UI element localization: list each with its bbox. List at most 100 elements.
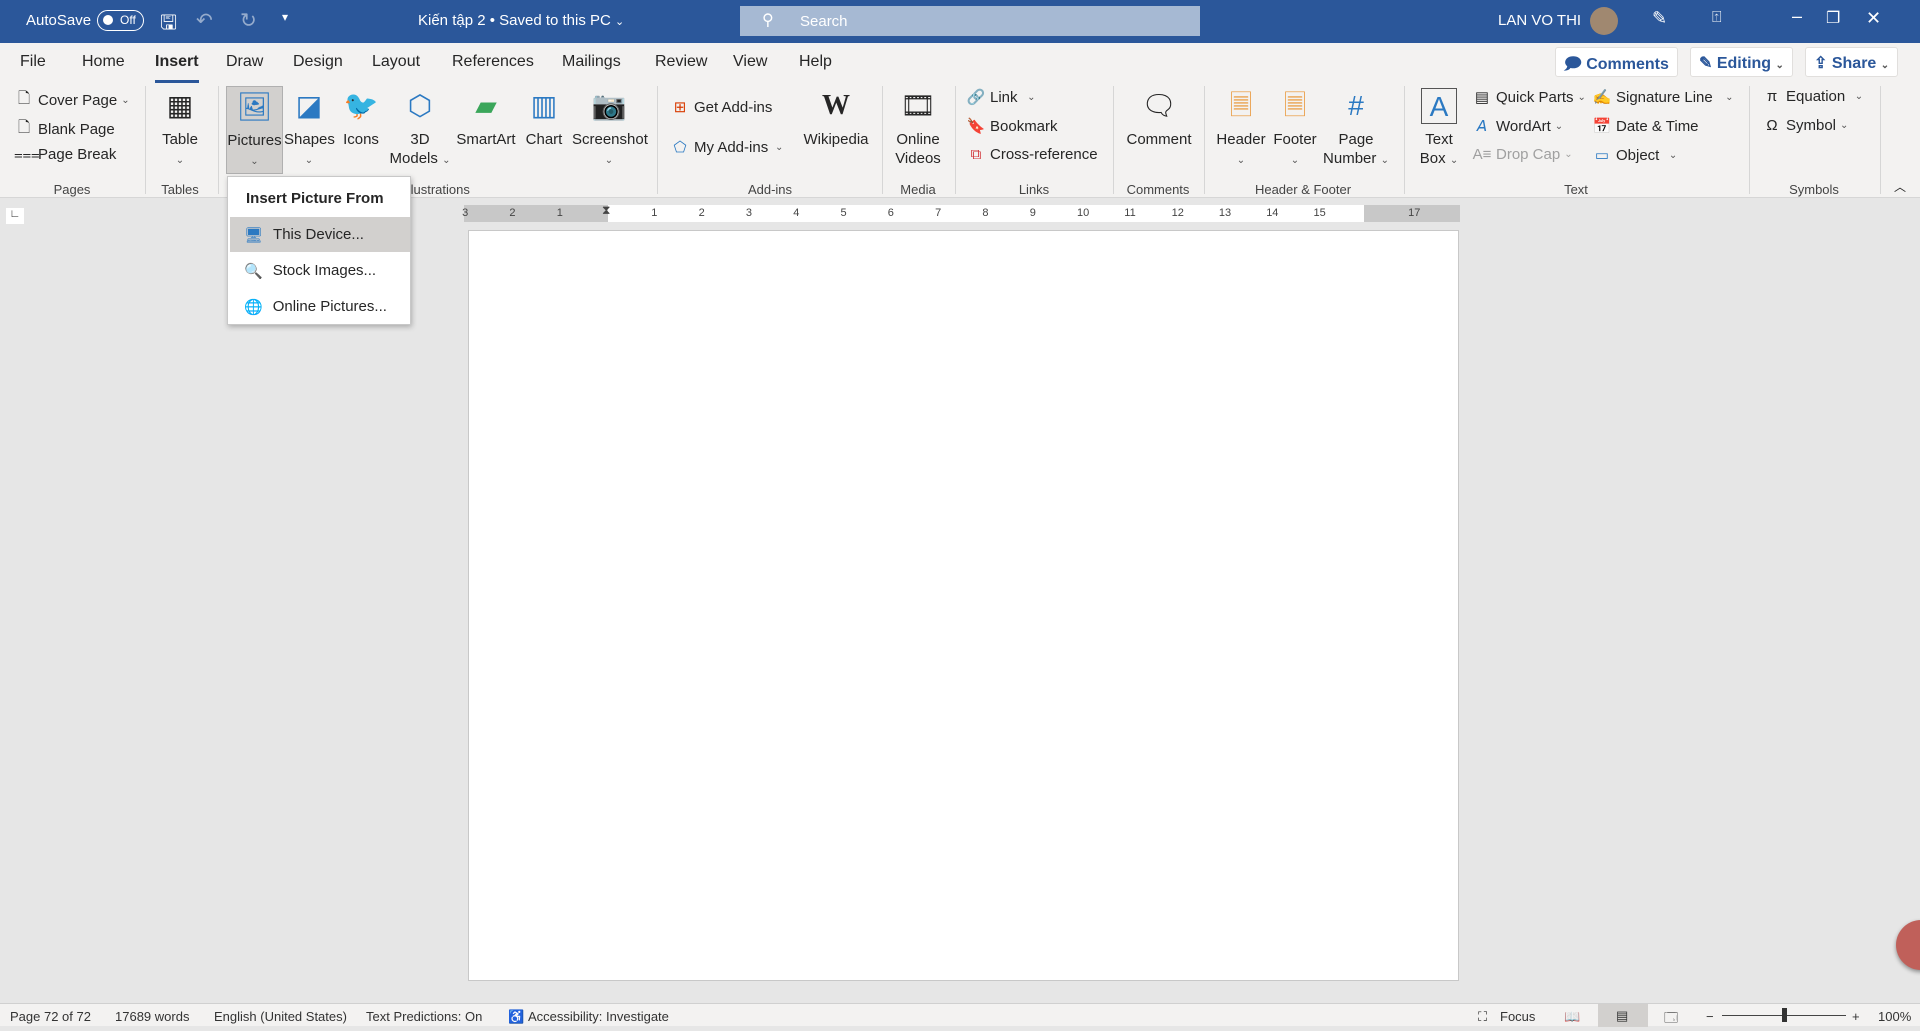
tab-insert[interactable]: Insert xyxy=(155,53,199,83)
ruler-tick-label: 5 xyxy=(840,207,847,219)
footer-label: Footer xyxy=(1273,131,1317,148)
online-videos-button[interactable]: 🎞 Online Videos xyxy=(890,86,946,168)
shapes-button[interactable]: ◪ Shapes ⌄ xyxy=(284,86,335,170)
quick-parts-button[interactable]: ▤ Quick Parts ⌄ xyxy=(1472,88,1586,107)
text-box-button[interactable]: A Text Box ⌄ xyxy=(1414,86,1464,170)
drop-cap-button[interactable]: A≡ Drop Cap ⌄ xyxy=(1472,146,1573,163)
tab-design[interactable]: Design xyxy=(293,53,343,71)
menu-item-online-pictures[interactable]: 🌐 Online Pictures... xyxy=(230,289,410,324)
table-button[interactable]: ▦ Table ⌄ xyxy=(158,86,202,170)
drop-cap-label: Drop Cap xyxy=(1496,146,1561,163)
page-number-button[interactable]: # Page Number ⌄ xyxy=(1318,86,1394,170)
cover-page-button[interactable]: 🗋 Cover Page ⌄ xyxy=(14,88,130,113)
blank-page-button[interactable]: 🗋 Blank Page xyxy=(14,117,115,142)
videos-label: Videos xyxy=(895,150,941,167)
undo-icon[interactable]: ↶ xyxy=(196,8,213,33)
tab-help[interactable]: Help xyxy=(799,53,832,71)
bookmark-icon: 🔖 xyxy=(966,118,986,135)
read-mode-icon[interactable]: 📖 xyxy=(1564,1009,1580,1025)
cube-icon: ⬡ xyxy=(407,90,433,121)
text-label: Text xyxy=(1425,131,1453,148)
screenshot-button[interactable]: 📷 Screenshot ⌄ xyxy=(572,86,648,170)
ruler-tick-label: 1 xyxy=(651,207,658,219)
pictures-button[interactable]: 🖼 Pictures ⌄ xyxy=(226,86,283,174)
icons-button[interactable]: 🐦 Icons xyxy=(338,86,384,149)
tab-view[interactable]: View xyxy=(733,53,767,71)
indent-marker-icon[interactable]: ⧗ xyxy=(602,203,610,218)
smartart-label: SmartArt xyxy=(456,131,516,148)
user-name[interactable]: LAN VO THI xyxy=(1498,12,1581,29)
page-count[interactable]: Page 72 of 72 xyxy=(10,1009,91,1024)
wikipedia-button[interactable]: W Wikipedia xyxy=(800,86,872,149)
customize-toolbar-icon[interactable]: ▾ xyxy=(282,10,288,24)
my-addins-button[interactable]: ⬠ My Add-ins ⌄ xyxy=(670,138,783,157)
chevron-down-icon[interactable]: ⌄ xyxy=(615,15,624,28)
bookmark-button[interactable]: 🔖 Bookmark xyxy=(966,117,1058,136)
cross-reference-button[interactable]: ⧉ Cross-reference xyxy=(966,146,1098,163)
language-status[interactable]: English (United States) xyxy=(214,1009,347,1024)
close-icon[interactable]: ✕ xyxy=(1866,8,1881,29)
pen-icon[interactable]: ✎ xyxy=(1652,8,1667,29)
equation-button[interactable]: π Equation ⌄ xyxy=(1762,88,1863,105)
tab-references[interactable]: References xyxy=(452,53,534,71)
footer-button[interactable]: 🗏 Footer ⌄ xyxy=(1268,86,1322,170)
screenshot-icon: 📷 xyxy=(591,90,627,121)
tab-home[interactable]: Home xyxy=(82,53,125,71)
redo-icon[interactable]: ↻ xyxy=(240,8,257,33)
focus-button[interactable]: Focus xyxy=(1500,1009,1535,1024)
wikipedia-icon: W xyxy=(822,90,850,121)
web-layout-icon[interactable]: 🗔 xyxy=(1664,1009,1678,1031)
accessibility-status[interactable]: Accessibility: Investigate xyxy=(528,1009,669,1024)
get-addins-button[interactable]: ⊞ Get Add-ins xyxy=(670,98,773,117)
text-predictions-status[interactable]: Text Predictions: On xyxy=(366,1009,482,1024)
share-button[interactable]: ⇪ Share ⌄ xyxy=(1805,47,1899,77)
floating-record-button[interactable] xyxy=(1896,920,1920,970)
zoom-slider-thumb[interactable] xyxy=(1782,1008,1787,1022)
link-button[interactable]: 🔗 Link ⌄ xyxy=(966,88,1036,107)
tab-review[interactable]: Review xyxy=(655,53,707,71)
zoom-out-icon[interactable]: − xyxy=(1706,1009,1714,1024)
document-title[interactable]: Kiến tập 2 • Saved to this PC xyxy=(418,12,611,29)
search-box[interactable]: ⚲ Search xyxy=(740,6,1200,36)
object-button[interactable]: ▭ Object ⌄ xyxy=(1592,146,1677,165)
tab-file[interactable]: File xyxy=(20,53,46,71)
store-icon: ⊞ xyxy=(673,99,687,116)
header-button[interactable]: 🗏 Header ⌄ xyxy=(1214,86,1268,170)
ribbon-display-icon[interactable]: ⍐ xyxy=(1712,9,1722,27)
comment-button[interactable]: 🗨 Comment xyxy=(1124,86,1194,149)
save-icon[interactable]: 🖫 xyxy=(160,8,177,42)
comments-button[interactable]: 🗩 Comments xyxy=(1555,47,1678,77)
zoom-in-icon[interactable]: + xyxy=(1852,1009,1860,1024)
chart-icon: ▥ xyxy=(530,90,558,121)
date-time-button[interactable]: 📅 Date & Time xyxy=(1592,117,1699,136)
symbol-button[interactable]: Ω Symbol ⌄ xyxy=(1762,117,1848,134)
group-label-tables: Tables xyxy=(161,182,199,197)
menu-item-this-device[interactable]: 🖥 This Device... xyxy=(230,217,410,252)
3d-models-button[interactable]: ⬡ 3D Models ⌄ xyxy=(388,86,452,170)
document-page[interactable] xyxy=(468,230,1459,981)
tab-mailings[interactable]: Mailings xyxy=(562,53,621,71)
smartart-button[interactable]: ▰ SmartArt xyxy=(456,86,516,149)
wordart-button[interactable]: 𝘈 WordArt ⌄ xyxy=(1472,117,1563,136)
tab-stop-icon[interactable]: ∟ xyxy=(6,208,24,224)
divider xyxy=(1404,86,1405,194)
autosave-toggle[interactable]: Off xyxy=(97,10,144,31)
tab-layout[interactable]: Layout xyxy=(372,53,420,71)
signature-line-button[interactable]: ✍ Signature Line ⌄ xyxy=(1592,88,1734,107)
avatar[interactable] xyxy=(1590,7,1618,35)
tab-draw[interactable]: Draw xyxy=(226,53,263,71)
restore-icon[interactable]: ❐ xyxy=(1826,8,1840,28)
minimize-icon[interactable]: – xyxy=(1792,6,1802,27)
collapse-ribbon-icon[interactable]: ︿ xyxy=(1894,178,1906,195)
ruler-tick-label: 8 xyxy=(982,207,989,219)
print-layout-button[interactable]: ▤ xyxy=(1598,1004,1648,1027)
horizontal-ruler[interactable]: 3 2 1 1 2 3 4 5 6 7 8 9 10 11 12 13 14 15 17 ⧗ xyxy=(462,203,1460,222)
page-break-button[interactable]: ⩶ Page Break xyxy=(14,146,116,163)
ruler-tick-label: 14 xyxy=(1266,207,1279,219)
menu-item-stock-images[interactable]: 🔍 Stock Images... xyxy=(230,253,410,288)
zoom-level[interactable]: 100% xyxy=(1878,1009,1911,1024)
chart-button[interactable]: ▥ Chart xyxy=(522,86,566,149)
word-count[interactable]: 17689 words xyxy=(115,1009,189,1024)
editing-button[interactable]: ✎ Editing ⌄ xyxy=(1690,47,1793,77)
ribbon-tabs: File Home Insert Draw Design Layout Refe… xyxy=(0,43,1920,86)
